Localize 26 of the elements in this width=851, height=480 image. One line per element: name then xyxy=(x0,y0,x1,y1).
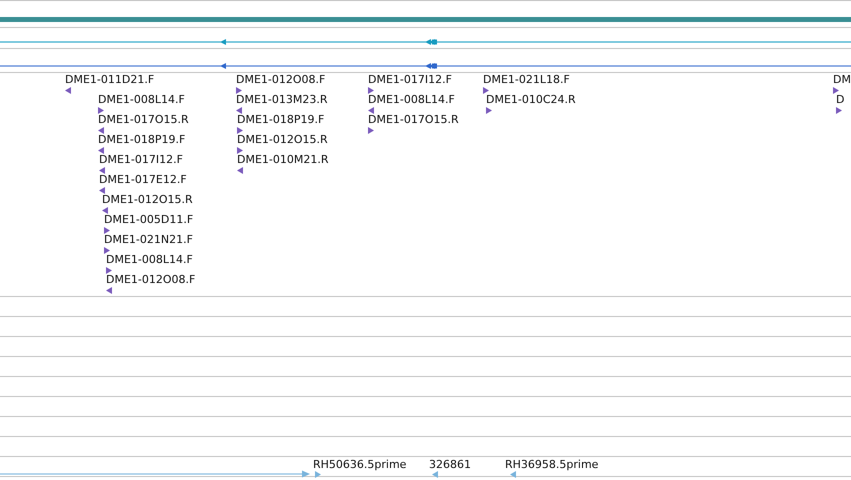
clone-label: DME1-012O15.R xyxy=(102,193,193,206)
clone-label: D xyxy=(836,93,844,106)
clone-label: DME1-008L14.F xyxy=(368,93,455,106)
clone-label: DME1-017I12.F xyxy=(368,73,452,86)
clone-label: DME1-018P19.F xyxy=(98,133,186,146)
clone-label: DME1-012O15.R xyxy=(237,133,328,146)
est-label: RH36958.5prime xyxy=(505,458,598,471)
clone-label: DME1-021N21.F xyxy=(104,233,193,246)
clone-label: DME1-017E12.F xyxy=(99,173,187,186)
est-label: RH50636.5prime xyxy=(313,458,406,471)
clone-label: DME1-018P19.F xyxy=(237,113,324,126)
clone-label: DM xyxy=(833,73,851,86)
clone-label: DME1-005D11.F xyxy=(104,213,194,226)
clone-label: DME1-021L18.F xyxy=(483,73,570,86)
clone-label: DME1-010C24.R xyxy=(486,93,576,106)
clone-label: DME1-012O08.F xyxy=(236,73,326,86)
clone-label: DME1-008L14.F xyxy=(106,253,193,266)
clone-label: DME1-017O15.R xyxy=(98,113,189,126)
clone-label: DME1-012O08.F xyxy=(106,273,196,286)
est-label: 326861 xyxy=(429,458,471,471)
clone-label: DME1-010M21.R xyxy=(237,153,329,166)
clone-label: DME1-011D21.F xyxy=(65,73,154,86)
clone-label: DME1-008L14.F xyxy=(98,93,185,106)
clone-label: DME1-017O15.R xyxy=(368,113,459,126)
clone-label: DME1-013M23.R xyxy=(236,93,328,106)
clone-label: DME1-017I12.F xyxy=(99,153,183,166)
